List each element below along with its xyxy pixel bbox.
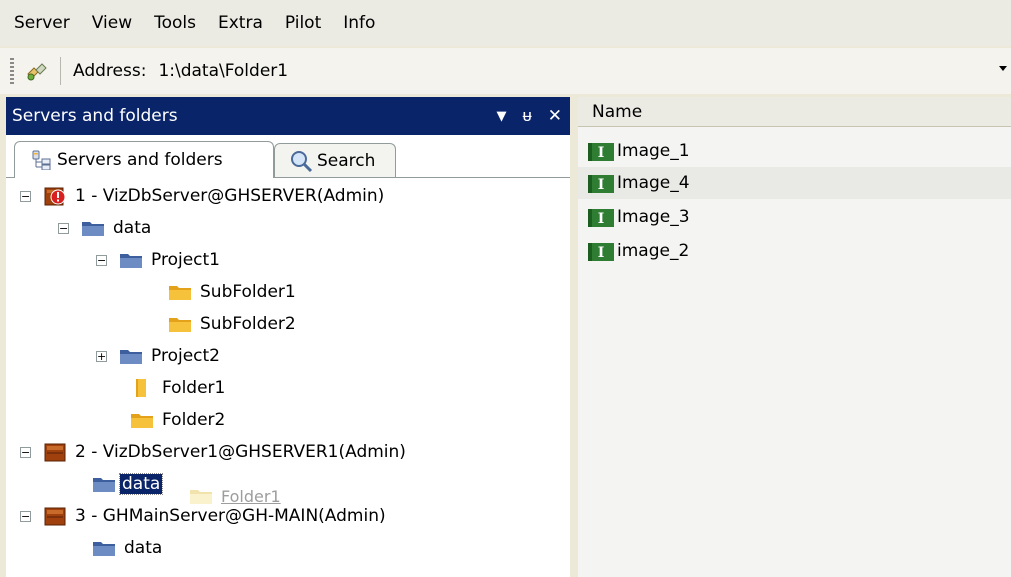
servers-tree-icon: [32, 150, 51, 170]
menu-extra[interactable]: Extra: [218, 13, 263, 33]
collapse-icon[interactable]: −: [58, 222, 69, 234]
toolbar-grip[interactable]: [10, 58, 14, 84]
address-dropdown-icon[interactable]: [999, 66, 1007, 71]
image-icon: I: [588, 209, 614, 227]
tab-search[interactable]: Search: [274, 143, 396, 177]
menu-tools[interactable]: Tools: [154, 13, 196, 33]
panel-tabs: Servers and folders Search: [6, 135, 570, 179]
tree-node-subfolder2[interactable]: SubFolder2: [168, 309, 296, 339]
tree-node-project1[interactable]: − Project1: [96, 245, 220, 275]
tab-servers-and-folders[interactable]: Servers and folders: [14, 141, 274, 178]
tree-node-label: Folder2: [162, 410, 226, 430]
panel-splitter[interactable]: [570, 97, 578, 577]
menu-pilot[interactable]: Pilot: [285, 13, 321, 33]
yellow-folder-icon: [169, 318, 191, 332]
server-alert-icon: [44, 187, 66, 206]
tree-node-server-2[interactable]: − 2 - VizDbServer1@GHSERVER1(Admin): [20, 437, 406, 467]
svg-text:I: I: [598, 145, 605, 161]
servers-folders-panel: Servers and folders ▼ ᵾ ✕ Servers and fo…: [6, 97, 570, 577]
search-icon: [291, 150, 313, 172]
collapse-icon[interactable]: −: [20, 446, 31, 458]
panel-title: Servers and folders: [12, 106, 178, 126]
drag-ghost-label: Folder1: [221, 486, 281, 506]
tab-search-label: Search: [317, 150, 376, 171]
tree-node-label: data: [113, 218, 152, 238]
svg-text:I: I: [598, 245, 605, 261]
open-folder-icon: [136, 379, 146, 397]
list-item-label: Image_3: [617, 207, 690, 227]
tree-node-subfolder1[interactable]: SubFolder1: [168, 277, 296, 307]
list-item[interactable]: I Image_3: [578, 201, 1011, 233]
server-icon: [44, 443, 66, 462]
svg-text:I: I: [598, 211, 605, 227]
menu-server[interactable]: Server: [14, 13, 70, 33]
tree-node-label: 2 - VizDbServer1@GHSERVER1(Admin): [75, 442, 406, 462]
blue-folder-icon: [93, 542, 115, 556]
tree-node-label: Project1: [151, 250, 220, 270]
list-item-label: image_2: [617, 241, 690, 261]
drag-ghost: Folder1: [189, 485, 281, 507]
close-icon[interactable]: ✕: [548, 106, 562, 126]
tree-node-data-3[interactable]: data: [92, 533, 162, 563]
image-icon: I: [588, 243, 614, 261]
menu-bar: Server View Tools Extra Pilot Info: [0, 0, 1011, 46]
tree-node-label-selected: data: [118, 473, 164, 495]
list-item-label: Image_1: [617, 141, 690, 161]
column-header-label: Name: [592, 101, 643, 122]
yellow-folder-icon: [169, 286, 191, 300]
tree-node-label: Project2: [151, 346, 220, 366]
menu-info[interactable]: Info: [343, 13, 375, 33]
blue-folder-icon: [82, 222, 104, 236]
pin-icon[interactable]: ᵾ: [522, 106, 531, 126]
expand-icon[interactable]: +: [96, 350, 107, 362]
list-item[interactable]: I image_2: [578, 235, 1011, 267]
panel-menu-icon[interactable]: ▼: [496, 109, 506, 124]
toolbar-separator: [60, 57, 61, 85]
tab-servers-label: Servers and folders: [57, 150, 223, 170]
address-input[interactable]: [158, 61, 939, 81]
tree-node-label: 3 - GHMainServer@GH-MAIN(Admin): [75, 506, 386, 526]
blue-folder-icon: [93, 478, 115, 492]
server-icon: [44, 507, 66, 526]
collapse-icon[interactable]: −: [20, 510, 31, 522]
tree-node-label: SubFolder2: [200, 314, 296, 334]
tree-node-server-1[interactable]: − 1 - VizDbServer@GHSERVER(Admin): [20, 181, 384, 211]
connect-server-icon[interactable]: [24, 59, 50, 83]
menu-view[interactable]: View: [92, 13, 132, 33]
list-item[interactable]: I Image_1: [578, 135, 1011, 167]
list-item[interactable]: I Image_4: [578, 167, 1011, 199]
tree-node-label: SubFolder1: [200, 282, 296, 302]
column-header-name[interactable]: Name: [578, 97, 1011, 127]
tree-node-data-1[interactable]: − data: [58, 213, 151, 243]
svg-text:I: I: [598, 177, 605, 193]
tree-node-folder1[interactable]: Folder1: [130, 373, 225, 403]
folder-contents-panel: Name I Image_1 I Image_4 I Image_3 I ima…: [578, 97, 1011, 577]
address-toolbar: Address:: [0, 48, 1011, 94]
collapse-icon[interactable]: −: [20, 190, 31, 202]
tree-node-label: data: [124, 538, 163, 558]
tree-node-label: 1 - VizDbServer@GHSERVER(Admin): [75, 186, 385, 206]
yellow-folder-icon: [190, 490, 212, 504]
image-icon: I: [588, 143, 614, 161]
collapse-icon[interactable]: −: [96, 254, 107, 266]
tree-node-folder2[interactable]: Folder2: [130, 405, 225, 435]
tree-node-label: Folder1: [162, 378, 226, 398]
address-label: Address:: [73, 61, 147, 81]
tree-node-data-2[interactable]: data: [92, 469, 164, 499]
image-icon: I: [588, 175, 614, 193]
list-item-label: Image_4: [617, 173, 690, 193]
blue-folder-icon: [120, 350, 142, 364]
tree-node-project2[interactable]: + Project2: [96, 341, 220, 371]
panel-title-bar: Servers and folders ▼ ᵾ ✕: [6, 97, 570, 135]
blue-folder-icon: [120, 254, 142, 268]
yellow-folder-icon: [131, 414, 153, 428]
